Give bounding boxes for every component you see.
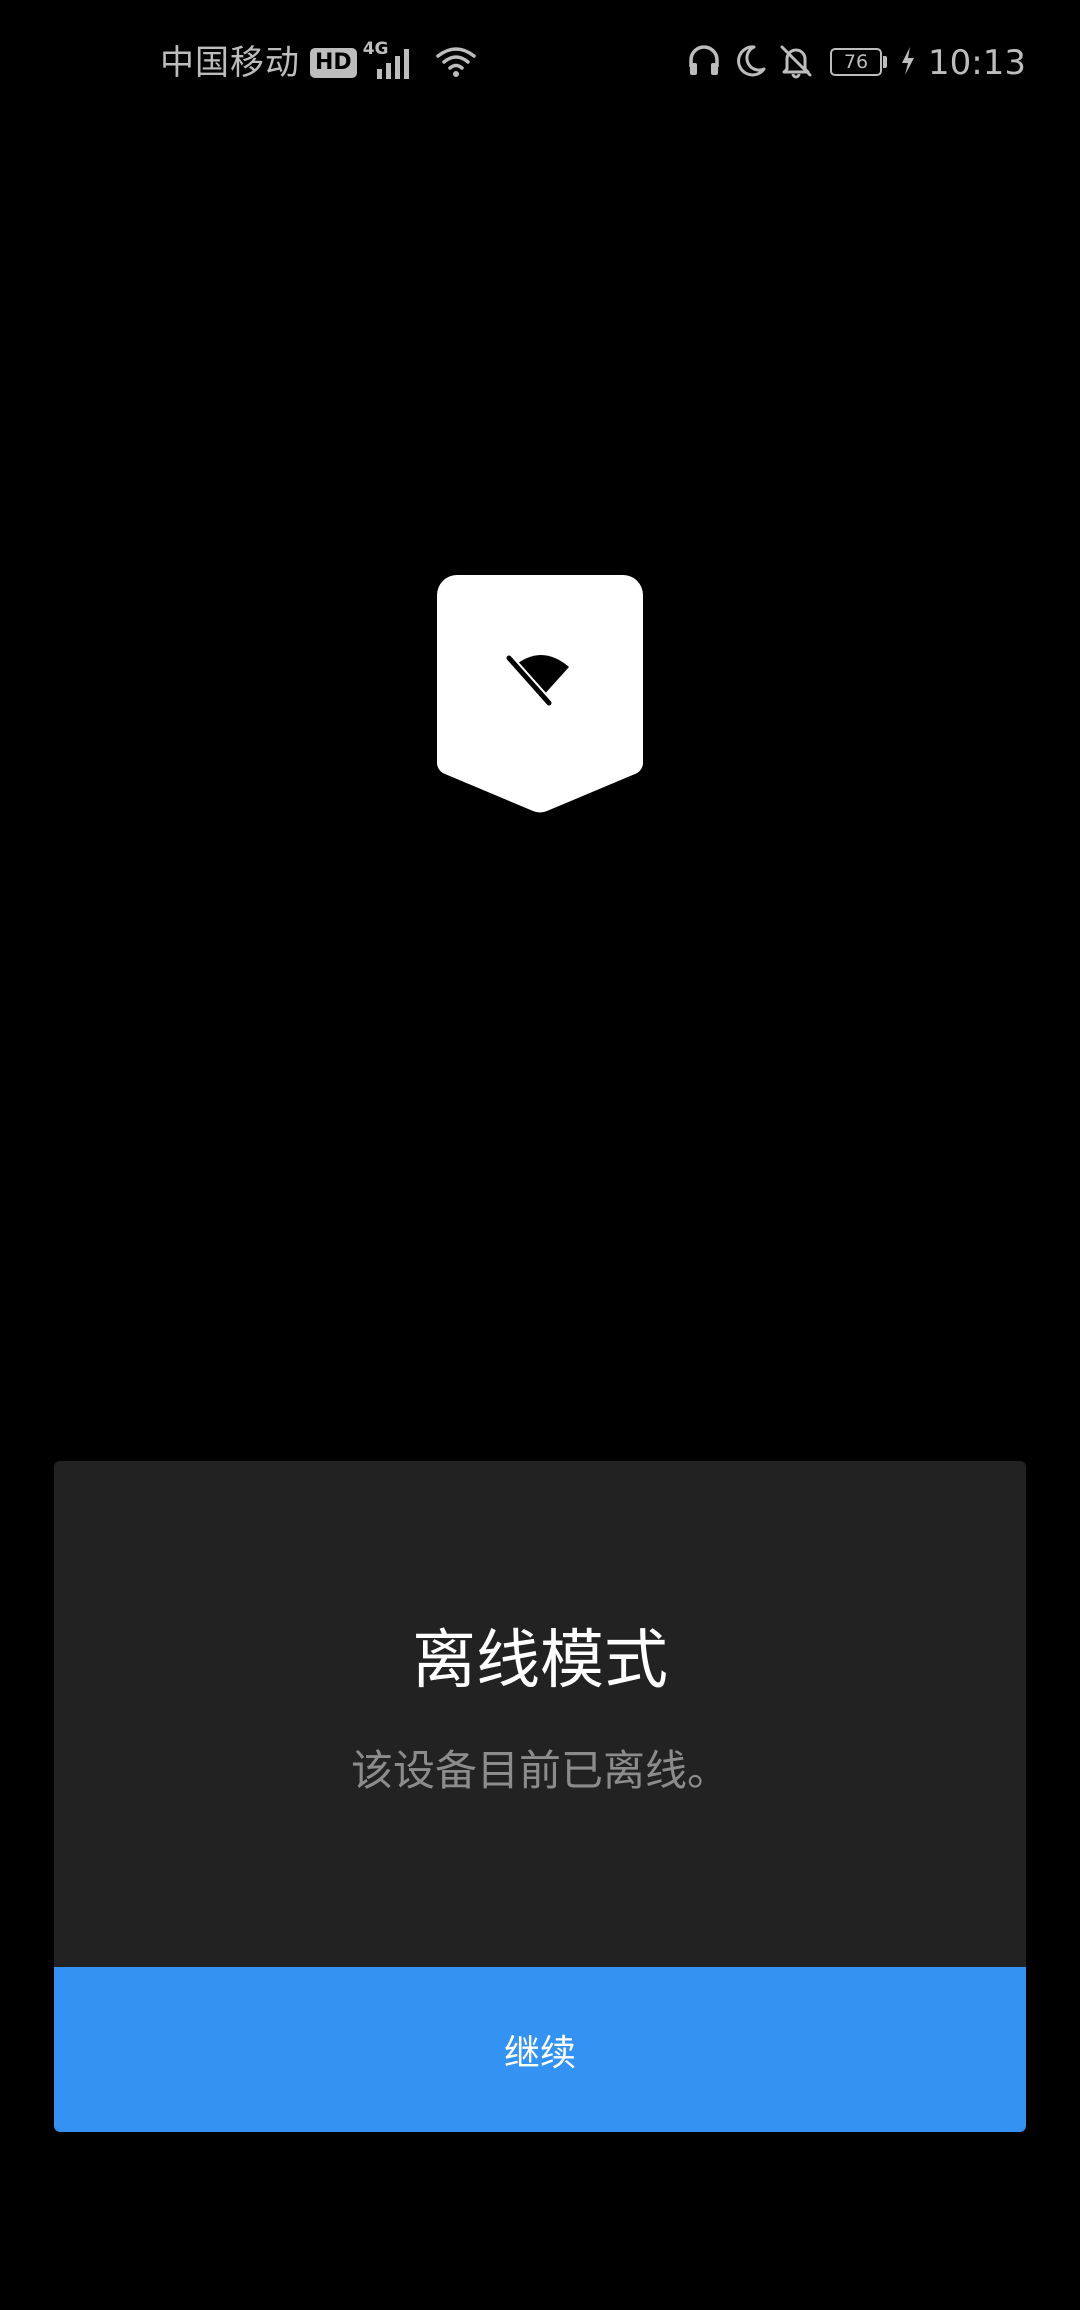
continue-button[interactable]: 继续 bbox=[54, 1967, 1026, 2132]
battery-icon: 76 bbox=[830, 48, 890, 78]
offline-badge bbox=[437, 575, 643, 815]
status-bar-left: 中国移动 HD 4G bbox=[160, 38, 477, 88]
status-bar: 中国移动 HD 4G 76 10:13 bbox=[0, 0, 1080, 124]
charging-icon bbox=[900, 46, 916, 80]
bell-off-icon bbox=[778, 43, 814, 83]
offline-dialog: 离线模式 该设备目前已离线。 继续 bbox=[54, 1461, 1026, 2132]
hd-badge: HD bbox=[310, 48, 357, 78]
battery-level: 76 bbox=[830, 48, 883, 76]
wifi-icon bbox=[435, 44, 477, 82]
signal-icon: 4G bbox=[363, 39, 419, 83]
dialog-title: 离线模式 bbox=[412, 1624, 668, 1698]
status-time: 10:13 bbox=[928, 43, 1026, 83]
moon-icon bbox=[732, 43, 768, 83]
headset-icon bbox=[686, 43, 722, 83]
status-bar-right: 76 10:13 bbox=[686, 38, 1026, 88]
dialog-message: 该设备目前已离线。 bbox=[350, 1746, 729, 1795]
carrier-name: 中国移动 bbox=[160, 43, 300, 83]
